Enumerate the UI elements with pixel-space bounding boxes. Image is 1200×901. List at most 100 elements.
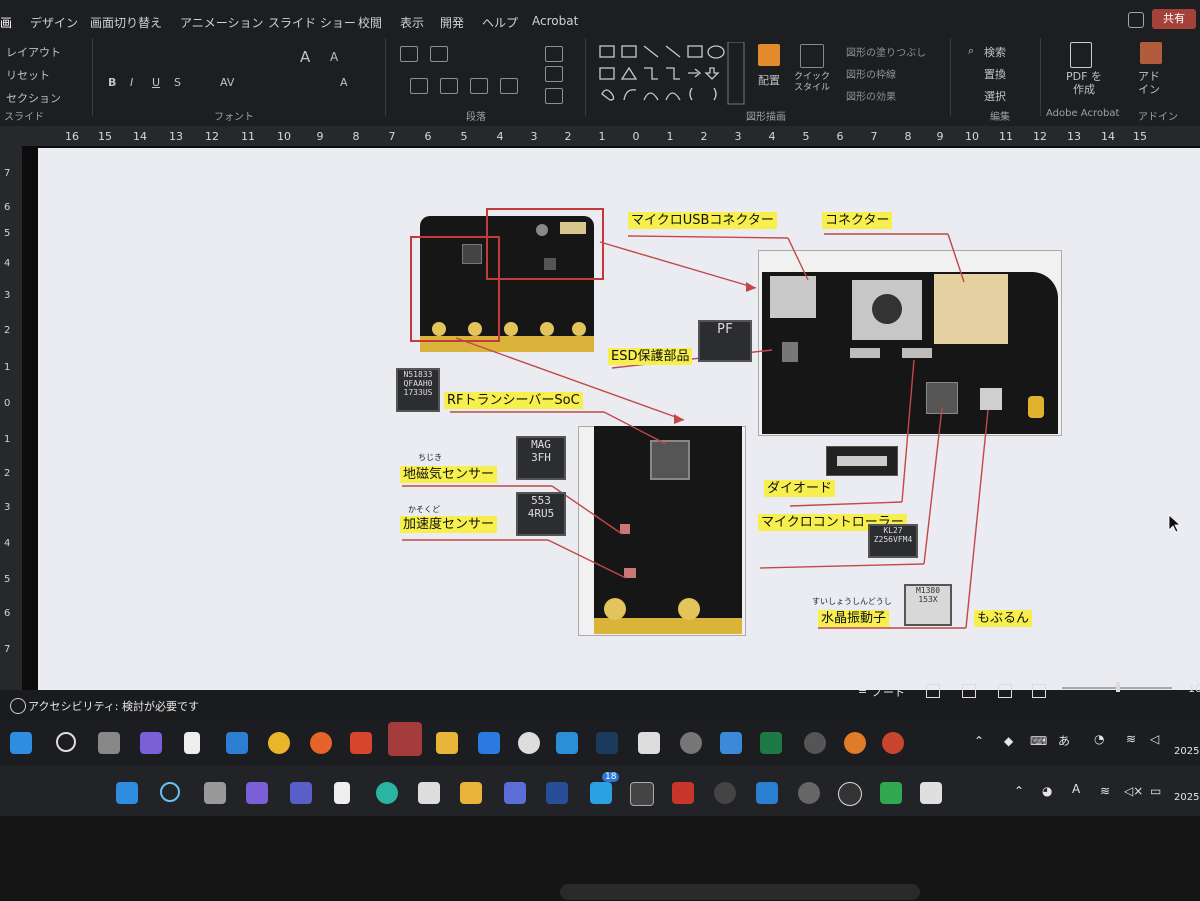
task-view-icon[interactable] [98, 732, 120, 754]
tab-view[interactable]: 表示 [400, 14, 424, 31]
replace-button[interactable]: 置換 [984, 66, 1006, 82]
notes-app-icon[interactable] [756, 782, 778, 804]
tray-date[interactable]: 2025 [1174, 792, 1199, 803]
tray-date[interactable]: 2025 [1174, 746, 1199, 757]
tab-help[interactable]: ヘルプ [482, 14, 518, 31]
italic-icon[interactable]: I [130, 76, 133, 89]
zoom-slider-thumb[interactable] [1116, 682, 1120, 692]
ime-indicator[interactable]: A [1072, 782, 1080, 796]
comments-icon[interactable] [1128, 12, 1144, 28]
slideshow-icon[interactable] [1032, 684, 1046, 698]
addin-button[interactable]: アド イン [1138, 70, 1168, 96]
zoom-level[interactable]: 10 [1188, 682, 1200, 695]
settings-icon[interactable] [680, 732, 702, 754]
keyboard-icon[interactable]: ⌨ [1030, 734, 1047, 748]
file-explorer-icon[interactable] [436, 732, 458, 754]
align-text-icon[interactable] [545, 66, 563, 82]
font-color-icon[interactable]: A [340, 76, 348, 89]
font-shrink-icon[interactable]: A [330, 50, 338, 64]
tab-home-partial[interactable]: 画 [0, 14, 12, 31]
notes-button[interactable]: ノート [872, 684, 905, 700]
select-button[interactable]: 選択 [984, 88, 1006, 104]
file-explorer-icon[interactable] [460, 782, 482, 804]
clock-icon[interactable]: ◔ [1094, 732, 1104, 746]
bullets-icon[interactable] [400, 46, 418, 62]
store-icon[interactable] [638, 732, 660, 754]
tab-animations[interactable]: アニメーション [180, 14, 264, 31]
find-button[interactable]: 検索 [984, 44, 1006, 60]
slide-sorter-icon[interactable] [962, 684, 976, 698]
task-view-icon[interactable] [204, 782, 226, 804]
strikethrough-icon[interactable]: S [174, 76, 181, 89]
tab-slideshow[interactable]: スライド ショー [268, 14, 356, 31]
start-icon[interactable] [10, 732, 32, 754]
line-icon[interactable] [880, 782, 902, 804]
tray-app-icon[interactable]: ◆ [1004, 734, 1013, 748]
app-icon[interactable] [920, 782, 942, 804]
numbering-icon[interactable] [430, 46, 448, 62]
reading-view-icon[interactable] [998, 684, 1012, 698]
align-right-icon[interactable] [470, 78, 488, 94]
share-button[interactable]: 共有 [1152, 9, 1196, 29]
notepad-icon[interactable] [226, 732, 248, 754]
tab-review[interactable]: 校閲 [358, 14, 382, 31]
battery-icon[interactable]: ▭ [1150, 784, 1161, 798]
notes-icon[interactable]: ≡ [858, 684, 867, 697]
app-icon[interactable] [504, 782, 526, 804]
arrange-icon[interactable] [758, 44, 780, 66]
copilot-icon[interactable] [140, 732, 162, 754]
acrobat-icon[interactable] [672, 782, 694, 804]
pdf-icon[interactable] [1070, 42, 1092, 68]
wifi-icon[interactable]: ≋ [1100, 784, 1110, 798]
volume-icon[interactable]: ◁ [1150, 732, 1159, 746]
tray-app-icon[interactable]: ◕ [1042, 784, 1052, 798]
quick-style-button[interactable]: クイック スタイル [794, 72, 834, 94]
accessibility-icon[interactable] [10, 698, 26, 714]
todo-icon[interactable] [478, 732, 500, 754]
app-icon[interactable] [590, 782, 612, 804]
accessibility-status[interactable]: アクセシビリティ: 検討が必要です [28, 698, 199, 714]
search-app-icon[interactable] [844, 732, 866, 754]
app-icon[interactable] [798, 782, 820, 804]
steam-icon[interactable] [596, 732, 618, 754]
addin-icon[interactable] [1140, 42, 1162, 64]
teams-icon[interactable] [290, 782, 312, 804]
app-icon[interactable] [556, 732, 578, 754]
edge-active-icon[interactable] [388, 722, 422, 756]
start-icon[interactable] [116, 782, 138, 804]
shapes-gallery[interactable] [596, 42, 746, 106]
bold-icon[interactable]: B [108, 76, 116, 89]
app-icon[interactable] [630, 782, 654, 806]
smartart-icon[interactable] [545, 88, 563, 104]
powerpoint-icon[interactable] [882, 732, 904, 754]
edge-icon[interactable] [376, 782, 398, 804]
shape-fill-button[interactable]: 図形の塗りつぶし [846, 44, 926, 59]
arrange-button[interactable]: 配置 [758, 72, 780, 88]
ime-indicator[interactable]: あ [1058, 732, 1070, 749]
app-icon[interactable] [838, 782, 862, 806]
home-icon[interactable] [334, 782, 350, 804]
reset-button[interactable]: リセット [6, 67, 50, 83]
text-direction-icon[interactable] [545, 46, 563, 62]
firefox-icon[interactable] [310, 732, 332, 754]
shape-outline-button[interactable]: 図形の枠線 [846, 66, 896, 81]
section-button[interactable]: セクション [6, 90, 61, 106]
search-icon[interactable] [160, 782, 180, 802]
store-icon[interactable] [418, 782, 440, 804]
layout-button[interactable]: レイアウト [6, 44, 61, 60]
home-icon[interactable] [184, 732, 200, 754]
app-cc-icon[interactable] [350, 732, 372, 754]
search-icon[interactable] [56, 732, 76, 752]
char-spacing-icon[interactable]: AV [220, 76, 234, 89]
chrome-icon[interactable] [268, 732, 290, 754]
underline-icon[interactable]: U [152, 76, 160, 89]
app-icon[interactable] [546, 782, 568, 804]
copilot-icon[interactable] [246, 782, 268, 804]
slide-canvas[interactable]: マイクロUSBコネクター コネクター ESD保護部品 RFトランシーバーSoC … [38, 148, 1200, 690]
font-grow-icon[interactable]: A [300, 48, 310, 66]
justify-icon[interactable] [500, 78, 518, 94]
shape-effects-button[interactable]: 図形の効果 [846, 88, 896, 103]
create-pdf-button[interactable]: PDF を作成 [1064, 70, 1104, 96]
tab-developer[interactable]: 開発 [440, 14, 464, 31]
tray-chevron-icon[interactable]: ⌃ [974, 734, 984, 748]
